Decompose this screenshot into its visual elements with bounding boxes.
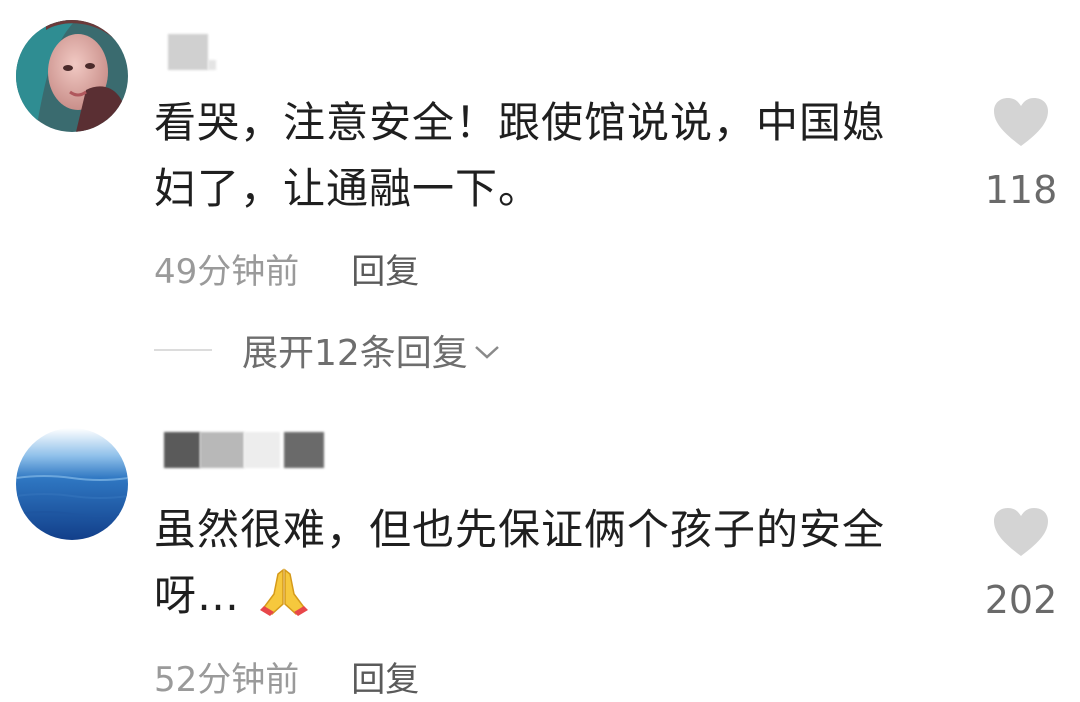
avatar[interactable] xyxy=(16,428,128,540)
comment-text-line: 看哭，注意安全！跟使馆说说，中国媳 xyxy=(154,98,886,147)
comment-text: 虽然很难，但也先保证俩个孩子的安全 呀… xyxy=(154,497,954,629)
comment-text: 看哭，注意安全！跟使馆说说，中国媳 妇了，让通融一下。 xyxy=(154,90,954,222)
reply-button[interactable]: 回复 xyxy=(351,660,419,700)
like-count: 202 xyxy=(984,578,1058,622)
timestamp: 52分钟前 xyxy=(154,660,300,700)
comment-item: 看哭，注意安全！跟使馆说说，中国媳 妇了，让通融一下。 49分钟前 回复 118 … xyxy=(0,0,1080,400)
avatar[interactable] xyxy=(16,20,128,132)
comment-text-line: 虽然很难，但也先保证俩个孩子的安全 xyxy=(154,505,886,554)
comment-item: 虽然很难，但也先保证俩个孩子的安全 呀… 52分钟前 回复 202 xyxy=(0,400,1080,702)
comment-meta: 49分钟前 回复 xyxy=(154,244,419,293)
like-count: 118 xyxy=(984,168,1058,212)
comment-meta: 52分钟前 回复 xyxy=(154,652,419,701)
chevron-down-icon[interactable] xyxy=(472,342,502,362)
timestamp: 49分钟前 xyxy=(154,252,300,292)
heart-icon[interactable] xyxy=(992,506,1050,558)
reply-button[interactable]: 回复 xyxy=(351,252,419,292)
like-button[interactable]: 118 xyxy=(985,96,1057,212)
comment-text-line: 呀… xyxy=(154,571,241,620)
praying-hands-icon xyxy=(260,568,309,616)
expand-replies-label[interactable]: 展开12条回复 xyxy=(242,324,468,376)
divider xyxy=(154,349,212,351)
like-button[interactable]: 202 xyxy=(985,506,1057,622)
comment-text-line: 妇了，让通融一下。 xyxy=(154,164,542,213)
heart-icon[interactable] xyxy=(992,96,1050,148)
expand-replies-button[interactable]: 展开12条回复 xyxy=(154,326,502,374)
